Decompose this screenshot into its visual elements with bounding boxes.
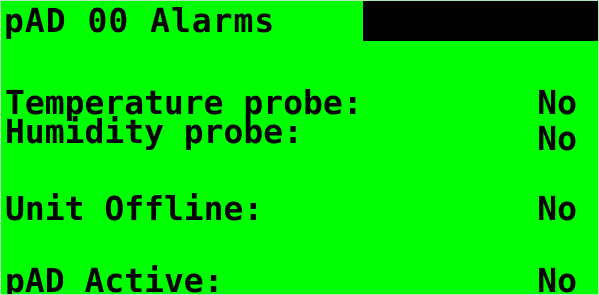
alarm-value: No (537, 189, 577, 228)
alarm-label: Humidity probe: (5, 112, 304, 151)
header-bar: pAD 00 Alarms (1, 1, 598, 41)
page-title: pAD 00 Alarms (4, 1, 276, 40)
alarm-row-pad-active: pAD Active: No (5, 263, 591, 295)
alarm-label: pAD Active: (5, 261, 224, 295)
alarm-row-humidity-probe: Humidity probe: No (5, 112, 591, 157)
alarm-value: No (537, 119, 577, 158)
alarm-label: Unit Offline: (5, 189, 264, 228)
alarm-value: No (537, 261, 577, 295)
alarm-row-unit-offline: Unit Offline: No (5, 191, 591, 227)
lcd-screen: pAD 00 Alarms Temperature probe: No Humi… (0, 0, 599, 295)
header-title-area: pAD 00 Alarms (1, 1, 363, 41)
